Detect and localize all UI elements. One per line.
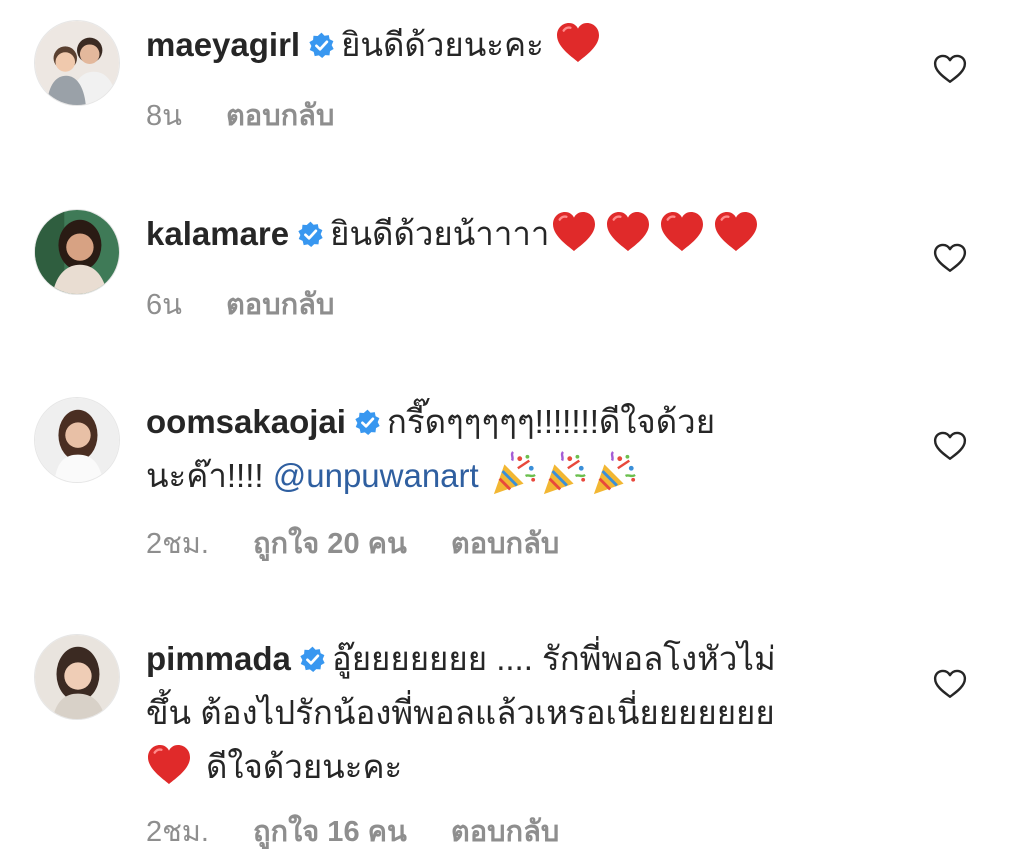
comment-text: ยินดีด้วยน้าาาา [330, 215, 550, 252]
party-popper-emoji [541, 451, 587, 497]
verified-badge-icon [297, 221, 324, 248]
comment-username[interactable]: maeyagirl [146, 26, 300, 63]
like-heart-icon[interactable] [933, 431, 967, 461]
reply-button[interactable]: ตอบกลับ [451, 816, 559, 848]
avatar-image [35, 398, 119, 482]
comment-username[interactable]: kalamare [146, 215, 289, 252]
comment-text: ยินดีด้วยนะคะ [341, 26, 544, 63]
avatar-image [35, 210, 119, 294]
red-heart-emoji [146, 744, 192, 786]
comment-meta: 2ชม. ถูกใจ 16 คน ตอบกลับ [146, 808, 603, 854]
avatar[interactable] [34, 209, 120, 295]
comment-username[interactable]: pimmada [146, 640, 291, 677]
red-heart-emoji [659, 211, 705, 253]
like-heart-icon[interactable] [933, 243, 967, 273]
comment-meta: 8น ตอบกลับ [146, 92, 378, 138]
comment-time: 8น [146, 100, 182, 132]
comment-body: kalamare ยินดีด้วยน้าาาา [146, 207, 886, 261]
comment-body: maeyagirl ยินดีด้วยนะคะ [146, 18, 886, 72]
likes-count[interactable]: ถูกใจ 20 คน [253, 528, 407, 560]
like-heart-icon[interactable] [933, 54, 967, 84]
red-heart-emoji [551, 211, 597, 253]
red-heart-emoji [555, 22, 601, 64]
verified-badge-icon [354, 409, 381, 436]
comment-text: อู๊ยยยยยยย .... รักพี่พอลโงหัวไม่ [331, 640, 776, 677]
comment-text: กรี๊ดๆๆๆๆๆ!!!!!!!ดีใจด้วย [386, 403, 716, 440]
comment-text: ขึ้น ต้องไปรักน้องพี่พอลแล้วเหรอเนี่ยยยย… [146, 694, 775, 731]
comment-time: 2ชม. [146, 816, 209, 848]
comment-meta: 2ชม. ถูกใจ 20 คน ตอบกลับ [146, 520, 603, 566]
comment-time: 2ชม. [146, 528, 209, 560]
party-popper-emoji [491, 451, 537, 497]
comment-body: oomsakaojai กรี๊ดๆๆๆๆๆ!!!!!!!ดีใจด้วย นะค… [146, 395, 886, 503]
reply-button[interactable]: ตอบกลับ [451, 528, 559, 560]
comment-time: 6น [146, 289, 182, 321]
avatar[interactable] [34, 20, 120, 106]
avatar[interactable] [34, 397, 120, 483]
comment-text: ดีใจด้วยนะคะ [206, 748, 403, 785]
comment-meta: 6น ตอบกลับ [146, 281, 378, 327]
party-popper-emoji [591, 451, 637, 497]
reply-button[interactable]: ตอบกลับ [226, 289, 334, 321]
red-heart-emoji [713, 211, 759, 253]
red-heart-emoji [605, 211, 651, 253]
like-heart-icon[interactable] [933, 669, 967, 699]
mention-link[interactable]: @unpuwanart [273, 457, 479, 494]
comment-text: นะค๊า!!!! [146, 457, 264, 494]
comment-username[interactable]: oomsakaojai [146, 403, 346, 440]
likes-count[interactable]: ถูกใจ 16 คน [253, 816, 407, 848]
comment-body: pimmada อู๊ยยยยยยย .... รักพี่พอลโงหัวไม่… [146, 632, 886, 794]
verified-badge-icon [299, 646, 326, 673]
avatar-image [35, 21, 119, 105]
avatar[interactable] [34, 634, 120, 720]
avatar-image [35, 635, 119, 719]
reply-button[interactable]: ตอบกลับ [226, 100, 334, 132]
verified-badge-icon [308, 32, 335, 59]
